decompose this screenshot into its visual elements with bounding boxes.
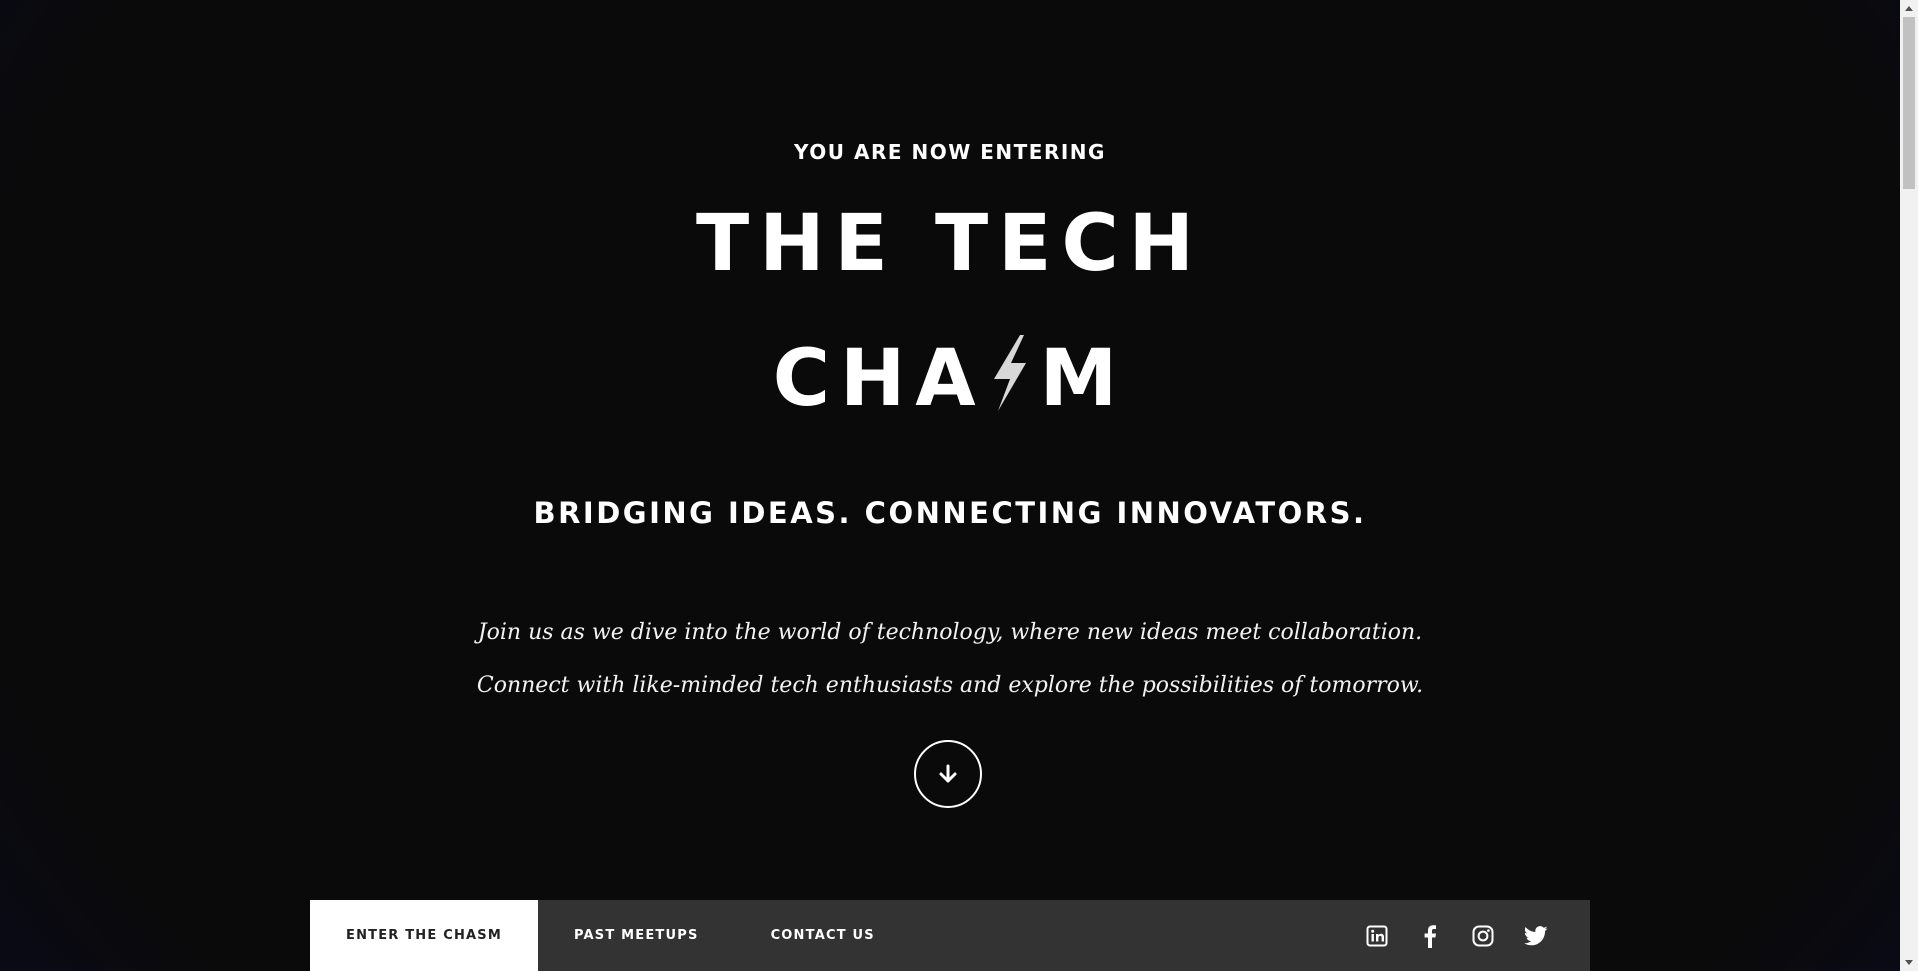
page: YOU ARE NOW ENTERING THE TECH CHA M BRID…	[0, 0, 1918, 971]
scroll-down-button[interactable]	[914, 740, 982, 808]
scroll-down-arrow-icon[interactable]	[1900, 954, 1918, 971]
hero-description: Join us as we dive into the world of tec…	[0, 606, 1900, 712]
hero-tagline: BRIDGING IDEAS. CONNECTING INNOVATORS.	[533, 496, 1367, 530]
twitter-icon[interactable]	[1524, 924, 1548, 948]
hero-kicker: YOU ARE NOW ENTERING	[794, 140, 1106, 164]
site-title-prefix: CHA	[772, 334, 986, 424]
site-title-line-1: THE TECH	[696, 199, 1204, 289]
arrow-down-icon	[939, 764, 957, 783]
hero-description-line-1: Join us as we dive into the world of tec…	[477, 620, 1423, 645]
nav-enter-the-chasm[interactable]: ENTER THE CHASM	[310, 900, 538, 971]
scroll-up-arrow-icon[interactable]	[1900, 0, 1918, 17]
vertical-scrollbar[interactable]	[1900, 0, 1918, 971]
viewport: YOU ARE NOW ENTERING THE TECH CHA M BRID…	[0, 0, 1900, 971]
facebook-icon[interactable]	[1418, 924, 1442, 948]
linkedin-icon[interactable]	[1365, 924, 1389, 948]
site-title-line-2: CHA M	[0, 333, 1900, 418]
hero-description-line-2: Connect with like-minded tech enthusiast…	[476, 673, 1424, 698]
site-title-suffix: M	[1039, 334, 1128, 424]
lightning-bolt-icon	[993, 335, 1026, 411]
scrollbar-thumb[interactable]	[1903, 17, 1915, 189]
social-links	[1336, 900, 1590, 971]
nav-contact-us[interactable]: CONTACT US	[735, 900, 911, 971]
instagram-icon[interactable]	[1471, 924, 1495, 948]
main-navbar: ENTER THE CHASM PAST MEETUPS CONTACT US	[310, 900, 1590, 971]
nav-past-meetups[interactable]: PAST MEETUPS	[538, 900, 735, 971]
